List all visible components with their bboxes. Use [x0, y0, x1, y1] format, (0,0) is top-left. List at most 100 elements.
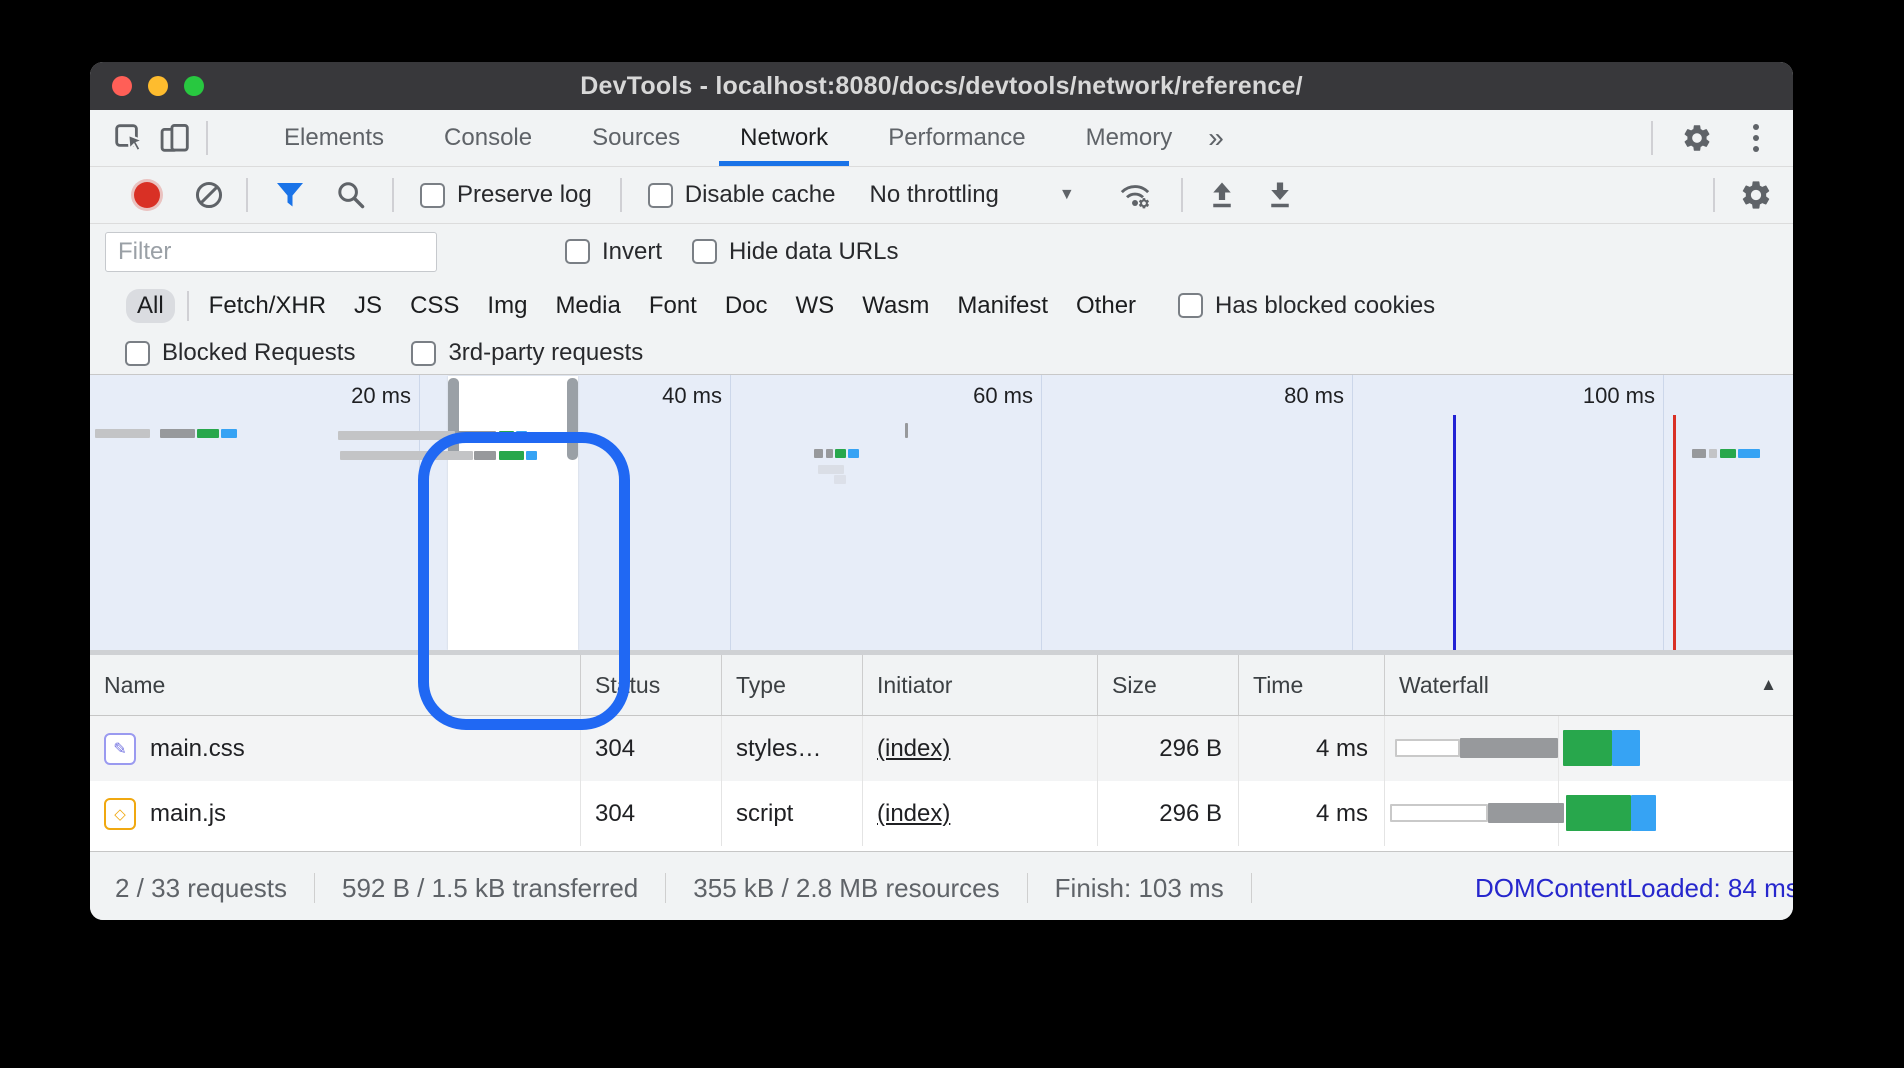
gridline-100ms	[1663, 375, 1664, 650]
third-party-requests-label[interactable]: 3rd-party requests	[448, 339, 643, 367]
request-name-cell: ✎ main.css	[90, 716, 581, 781]
waterfall-gridline	[1558, 716, 1559, 781]
request-status: 304	[581, 781, 722, 846]
blocked-requests-checkbox[interactable]	[125, 341, 150, 366]
preserve-log-label[interactable]: Preserve log	[457, 181, 592, 209]
kebab-menu-icon[interactable]	[1749, 110, 1763, 166]
overview-selected-range[interactable]	[448, 376, 578, 650]
throttling-dropdown[interactable]: No throttling	[869, 181, 998, 209]
type-filter-css[interactable]: CSS	[410, 292, 459, 320]
has-blocked-cookies-label[interactable]: Has blocked cookies	[1215, 292, 1435, 320]
title-bar[interactable]: DevTools - localhost:8080/docs/devtools/…	[90, 62, 1793, 110]
filter-input[interactable]	[105, 232, 437, 272]
table-row[interactable]: ✎ main.css 304 styles… (index) 296 B 4 m…	[90, 716, 1793, 781]
hide-data-urls-checkbox[interactable]	[692, 239, 717, 264]
hide-data-urls-label[interactable]: Hide data URLs	[729, 238, 898, 266]
tab-network[interactable]: Network	[714, 110, 854, 166]
search-icon[interactable]	[336, 180, 366, 210]
table-row[interactable]: ◇ main.js 304 script (index) 296 B 4 ms	[90, 781, 1793, 846]
tab-sources[interactable]: Sources	[566, 110, 706, 166]
request-time: 4 ms	[1239, 716, 1385, 781]
third-party-requests-checkbox[interactable]	[411, 341, 436, 366]
request-name-cell: ◇ main.js	[90, 781, 581, 846]
overview-bar	[818, 465, 844, 474]
type-filter-media[interactable]: Media	[555, 292, 620, 320]
selection-right-handle[interactable]	[567, 378, 578, 460]
initiator-link[interactable]: (index)	[877, 800, 950, 828]
waterfall-header-label: Waterfall	[1399, 672, 1489, 699]
type-filter-img[interactable]: Img	[487, 292, 527, 320]
tab-elements[interactable]: Elements	[258, 110, 410, 166]
type-filter-manifest[interactable]: Manifest	[957, 292, 1048, 320]
disable-cache-checkbox[interactable]	[648, 183, 673, 208]
resource-type-filter-row: All Fetch/XHR JS CSS Img Media Font Doc …	[90, 279, 1793, 332]
network-settings-gear-icon[interactable]	[1739, 178, 1773, 212]
column-header-status[interactable]: Status	[581, 655, 722, 715]
disable-cache-label[interactable]: Disable cache	[685, 181, 836, 209]
type-filter-font[interactable]: Font	[649, 292, 697, 320]
resources-summary: 355 kB / 2.8 MB resources	[666, 873, 1026, 904]
settings-gear-icon[interactable]	[1679, 110, 1715, 166]
column-header-initiator[interactable]: Initiator	[863, 655, 1098, 715]
filter-funnel-icon[interactable]	[274, 181, 306, 209]
column-header-waterfall[interactable]: Waterfall ▲	[1385, 655, 1793, 715]
throttling-caret-icon[interactable]: ▼	[1059, 186, 1075, 204]
column-header-type[interactable]: Type	[722, 655, 863, 715]
overview-bar	[1709, 449, 1717, 458]
overview-bar	[814, 449, 823, 458]
tab-memory[interactable]: Memory	[1060, 110, 1199, 166]
close-window-button[interactable]	[112, 76, 132, 96]
request-status: 304	[581, 716, 722, 781]
preserve-log-checkbox[interactable]	[420, 183, 445, 208]
more-tabs-chevron-icon[interactable]: »	[1198, 110, 1234, 166]
has-blocked-cookies-checkbox[interactable]	[1178, 293, 1203, 318]
request-waterfall	[1385, 716, 1793, 781]
request-waterfall	[1385, 781, 1793, 846]
network-overview-timeline[interactable]: 20 ms 40 ms 60 ms 80 ms 100 ms	[90, 374, 1793, 655]
overview-bar	[1738, 449, 1760, 458]
sort-ascending-icon[interactable]: ▲	[1760, 675, 1777, 695]
initiator-link[interactable]: (index)	[877, 735, 950, 763]
overview-bar	[1720, 449, 1736, 458]
invert-label[interactable]: Invert	[602, 238, 662, 266]
tick-label-20ms: 20 ms	[301, 383, 411, 409]
overview-bar	[340, 451, 473, 460]
export-har-icon[interactable]	[1265, 180, 1295, 210]
record-network-log-button[interactable]	[134, 182, 160, 208]
type-filter-wasm[interactable]: Wasm	[862, 292, 929, 320]
selection-left-handle[interactable]	[448, 378, 459, 460]
column-header-time[interactable]: Time	[1239, 655, 1385, 715]
type-filter-doc[interactable]: Doc	[725, 292, 768, 320]
window-title: DevTools - localhost:8080/docs/devtools/…	[580, 72, 1302, 101]
network-conditions-icon[interactable]	[1117, 179, 1153, 211]
network-status-bar: 2 / 33 requests 592 B / 1.5 kB transferr…	[90, 851, 1793, 920]
overview-bar	[1692, 449, 1706, 458]
device-toolbar-icon[interactable]	[158, 110, 192, 166]
waterfall-waiting-bar	[1566, 795, 1631, 831]
type-filter-ws[interactable]: WS	[796, 292, 835, 320]
type-filter-other[interactable]: Other	[1076, 292, 1136, 320]
type-filter-js[interactable]: JS	[354, 292, 382, 320]
type-filter-fetch-xhr[interactable]: Fetch/XHR	[209, 292, 326, 320]
gridline-40ms	[730, 375, 731, 650]
request-name: main.js	[150, 800, 226, 828]
tab-performance[interactable]: Performance	[862, 110, 1051, 166]
domcontentloaded-summary: DOMContentLoaded: 84 ms	[1475, 852, 1793, 920]
import-har-icon[interactable]	[1207, 180, 1237, 210]
inspect-element-icon[interactable]	[112, 110, 146, 166]
request-time: 4 ms	[1239, 781, 1385, 846]
clear-network-log-icon[interactable]	[194, 180, 224, 210]
gridline-20ms	[419, 375, 420, 650]
overview-bar	[835, 449, 846, 458]
zoom-window-button[interactable]	[184, 76, 204, 96]
type-filter-all[interactable]: All	[126, 289, 175, 323]
stylesheet-file-icon: ✎	[104, 733, 136, 765]
tick-label-100ms: 100 ms	[1545, 383, 1655, 409]
invert-checkbox[interactable]	[565, 239, 590, 264]
blocked-requests-label[interactable]: Blocked Requests	[162, 339, 355, 367]
column-header-size[interactable]: Size	[1098, 655, 1239, 715]
minimize-window-button[interactable]	[148, 76, 168, 96]
tab-console[interactable]: Console	[418, 110, 558, 166]
column-header-name[interactable]: Name	[90, 655, 581, 715]
script-file-icon: ◇	[104, 798, 136, 830]
